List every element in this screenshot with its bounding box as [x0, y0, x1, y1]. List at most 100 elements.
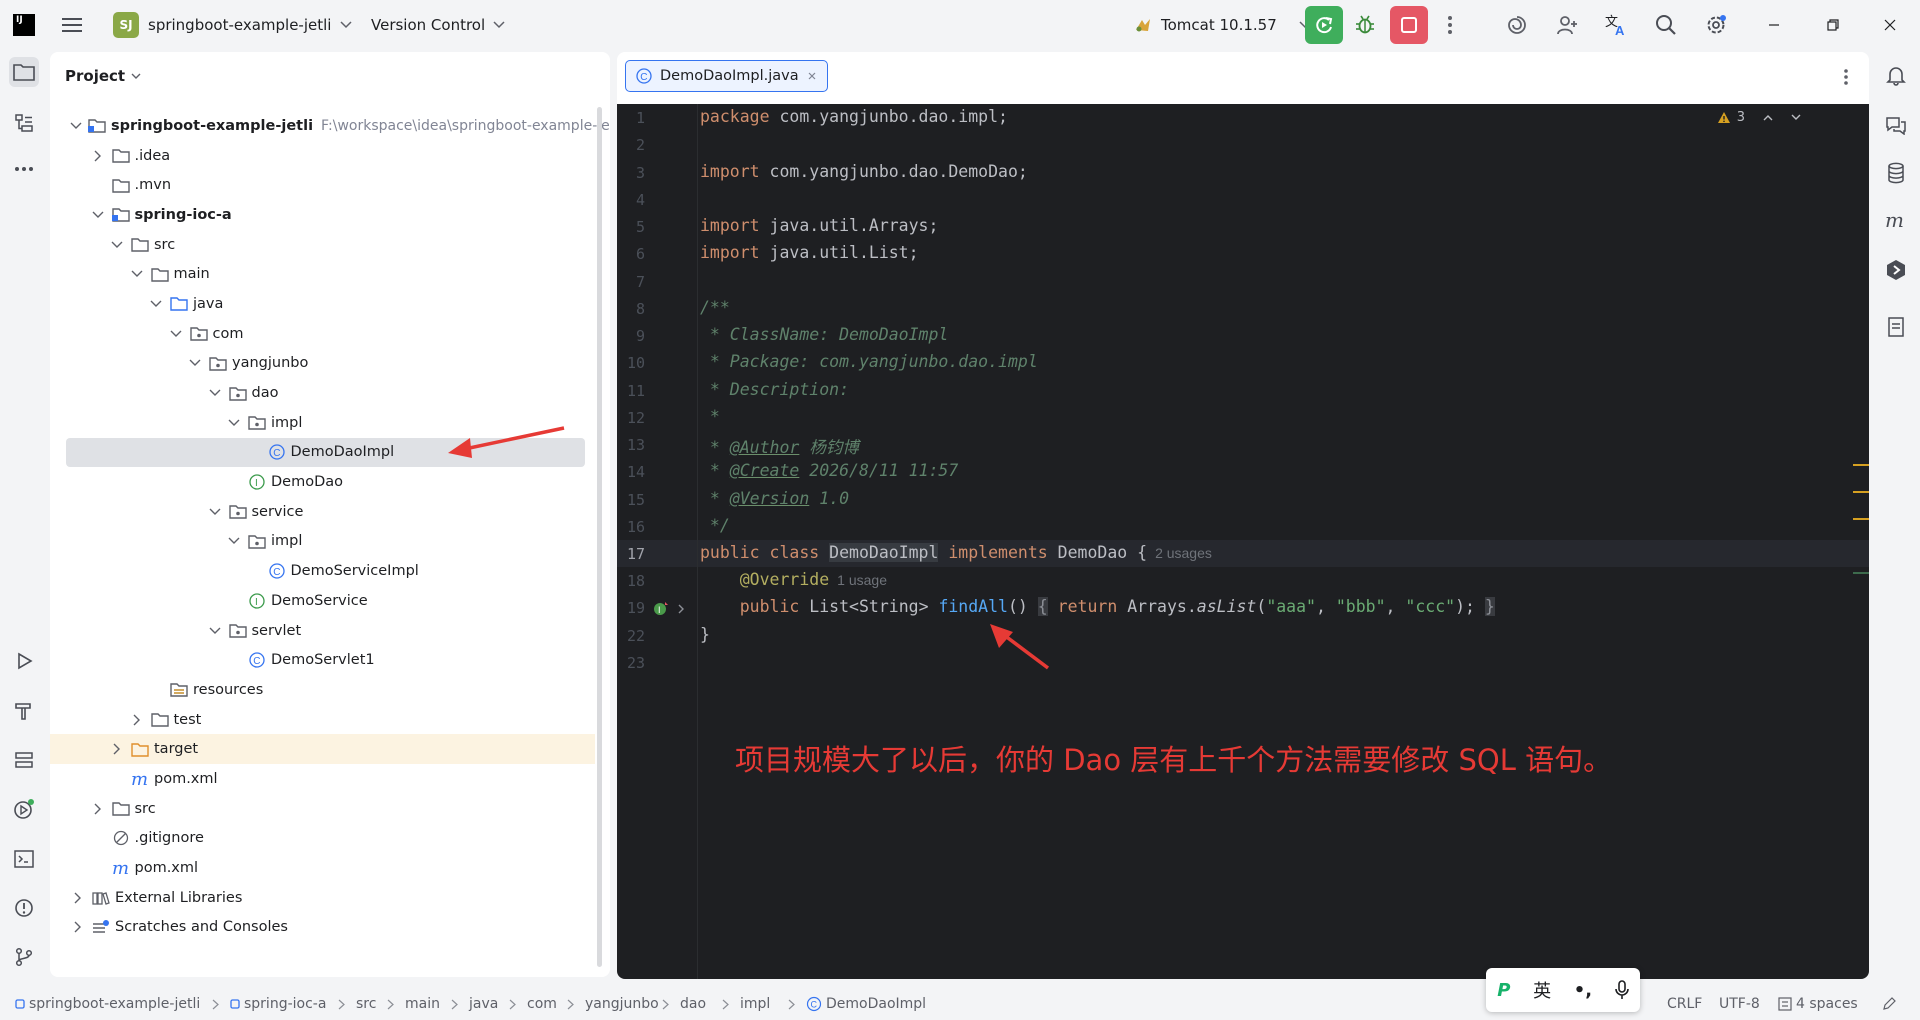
- close-icon[interactable]: [807, 71, 817, 81]
- problems-tool-button[interactable]: [9, 893, 39, 923]
- line-separator-widget[interactable]: CRLF: [1667, 988, 1702, 1020]
- settings-button[interactable]: [1704, 0, 1728, 50]
- rerun-button[interactable]: [1305, 0, 1343, 50]
- tree-item[interactable]: C DemoServiceImpl: [50, 556, 595, 586]
- microphone-icon[interactable]: [1614, 980, 1629, 1000]
- chevron-down-icon[interactable]: [168, 326, 184, 342]
- ime-punctuation[interactable]: •,: [1574, 980, 1592, 1001]
- run-configuration-selector[interactable]: Tomcat 10.1.57: [1133, 0, 1311, 50]
- tree-item[interactable]: impl: [50, 527, 595, 557]
- chevron-down-icon[interactable]: [207, 385, 223, 401]
- tree-item[interactable]: resources: [50, 675, 595, 705]
- chevron-down-icon[interactable]: [70, 118, 82, 134]
- method-name[interactable]: findAll: [938, 597, 1008, 616]
- tree-item[interactable]: dao: [50, 378, 595, 408]
- tree-item[interactable]: main: [50, 259, 595, 289]
- chevron-down-icon[interactable]: [148, 296, 164, 312]
- chevron-right-icon[interactable]: [129, 712, 145, 728]
- chevron-right-icon[interactable]: [70, 890, 86, 906]
- chevron-down-icon[interactable]: [207, 623, 223, 639]
- close-window-button[interactable]: [1884, 0, 1896, 50]
- tree-item[interactable]: .idea: [50, 141, 595, 171]
- debug-button[interactable]: [1353, 0, 1377, 50]
- tree-item[interactable]: I DemoService: [50, 586, 595, 616]
- inspection-widget[interactable]: 3: [1717, 110, 1801, 125]
- tree-item[interactable]: m pom.xml: [50, 853, 595, 883]
- encoding-widget[interactable]: UTF-8: [1719, 988, 1760, 1020]
- git-tool-button[interactable]: [9, 942, 39, 972]
- change-marker[interactable]: [1853, 572, 1869, 574]
- maven-button[interactable]: m: [1881, 206, 1911, 236]
- breadcrumb-item[interactable]: springboot-example-jetli: [15, 988, 200, 1020]
- minimize-button[interactable]: [1768, 0, 1780, 50]
- more-tools-button[interactable]: [9, 154, 39, 184]
- stop-button[interactable]: [1390, 0, 1428, 50]
- tree-item[interactable]: target: [50, 734, 595, 765]
- breadcrumb-item[interactable]: dao: [680, 988, 706, 1020]
- run-dashboard-button[interactable]: [9, 794, 39, 824]
- fold-brace[interactable]: {: [1037, 597, 1048, 616]
- breadcrumb-item[interactable]: java: [469, 988, 498, 1020]
- bookmarks-button[interactable]: [1881, 312, 1911, 342]
- version-control-menu[interactable]: Version Control: [371, 0, 505, 50]
- structure-tool-button[interactable]: [9, 108, 39, 138]
- chevron-down-icon[interactable]: [1791, 114, 1801, 121]
- chevron-right-icon[interactable]: [90, 801, 106, 817]
- tree-item[interactable]: service: [50, 497, 595, 527]
- breadcrumb-item[interactable]: impl: [740, 988, 770, 1020]
- tree-item[interactable]: C DemoServlet1: [50, 645, 595, 675]
- breadcrumb-item[interactable]: yangjunbo: [585, 988, 659, 1020]
- tree-item[interactable]: .gitignore: [50, 824, 595, 854]
- maximize-button[interactable]: [1827, 0, 1839, 50]
- breadcrumb-item[interactable]: main: [405, 988, 440, 1020]
- terminal-tool-button[interactable]: [9, 844, 39, 874]
- ai-assistant-button[interactable]: [1505, 0, 1529, 50]
- tree-item[interactable]: src: [50, 794, 595, 824]
- ime-logo[interactable]: P: [1497, 980, 1510, 1001]
- tree-item[interactable]: Scratches and Consoles: [50, 913, 595, 943]
- tree-item[interactable]: src: [50, 230, 595, 260]
- warning-marker[interactable]: [1853, 464, 1869, 466]
- breadcrumb-item[interactable]: src: [356, 988, 376, 1020]
- tree-item[interactable]: .mvn: [50, 170, 595, 200]
- tree-item[interactable]: yangjunbo: [50, 349, 595, 379]
- tree-item[interactable]: com: [50, 319, 595, 349]
- chevron-right-icon[interactable]: [70, 919, 86, 935]
- lock-widget[interactable]: [1882, 988, 1896, 1020]
- chevron-down-icon[interactable]: [129, 266, 145, 282]
- tree-item[interactable]: servlet: [50, 616, 595, 646]
- indent-widget[interactable]: 4 spaces: [1778, 988, 1858, 1020]
- project-switcher[interactable]: SJ springboot-example-jetli: [113, 0, 352, 50]
- plugin-button[interactable]: [1881, 255, 1911, 285]
- main-menu-button[interactable]: [62, 0, 82, 50]
- tree-item[interactable]: m pom.xml: [50, 764, 595, 794]
- services-tool-button[interactable]: [9, 745, 39, 775]
- build-tool-button[interactable]: [9, 696, 39, 726]
- chevron-down-icon[interactable]: [207, 504, 223, 520]
- implementation-gutter-icon[interactable]: I: [653, 601, 669, 617]
- chevron-down-icon[interactable]: [187, 355, 203, 371]
- chevron-right-icon[interactable]: [109, 741, 125, 757]
- usages-hint[interactable]: 2 usages: [1155, 545, 1212, 561]
- chevron-right-icon[interactable]: [90, 148, 106, 164]
- tree-item[interactable]: I DemoDao: [50, 467, 595, 497]
- add-user-button[interactable]: [1555, 0, 1579, 50]
- chevron-down-icon[interactable]: [90, 207, 106, 223]
- chevron-down-icon[interactable]: [226, 415, 242, 431]
- class-name[interactable]: DemoDaoImpl: [829, 543, 939, 562]
- app-logo[interactable]: IJ: [13, 0, 35, 50]
- translate-button[interactable]: 文A: [1604, 0, 1630, 50]
- editor-tab-options-button[interactable]: [1843, 68, 1849, 86]
- run-tool-button[interactable]: [9, 646, 39, 676]
- chevron-down-icon[interactable]: [226, 533, 242, 549]
- breadcrumb-item[interactable]: spring-ioc-a: [230, 988, 326, 1020]
- ime-mode[interactable]: 英: [1533, 977, 1551, 1003]
- fold-expand-toggle[interactable]: [677, 603, 685, 615]
- fold-brace[interactable]: }: [1484, 597, 1495, 616]
- tree-item[interactable]: java: [50, 289, 595, 319]
- tab-demodaoimpl[interactable]: C DemoDaoImpl.java: [625, 60, 828, 92]
- tree-item[interactable]: External Libraries: [50, 883, 595, 913]
- database-button[interactable]: [1881, 158, 1911, 188]
- tree-item[interactable]: test: [50, 705, 595, 735]
- tree-item[interactable]: spring-ioc-a: [50, 200, 595, 230]
